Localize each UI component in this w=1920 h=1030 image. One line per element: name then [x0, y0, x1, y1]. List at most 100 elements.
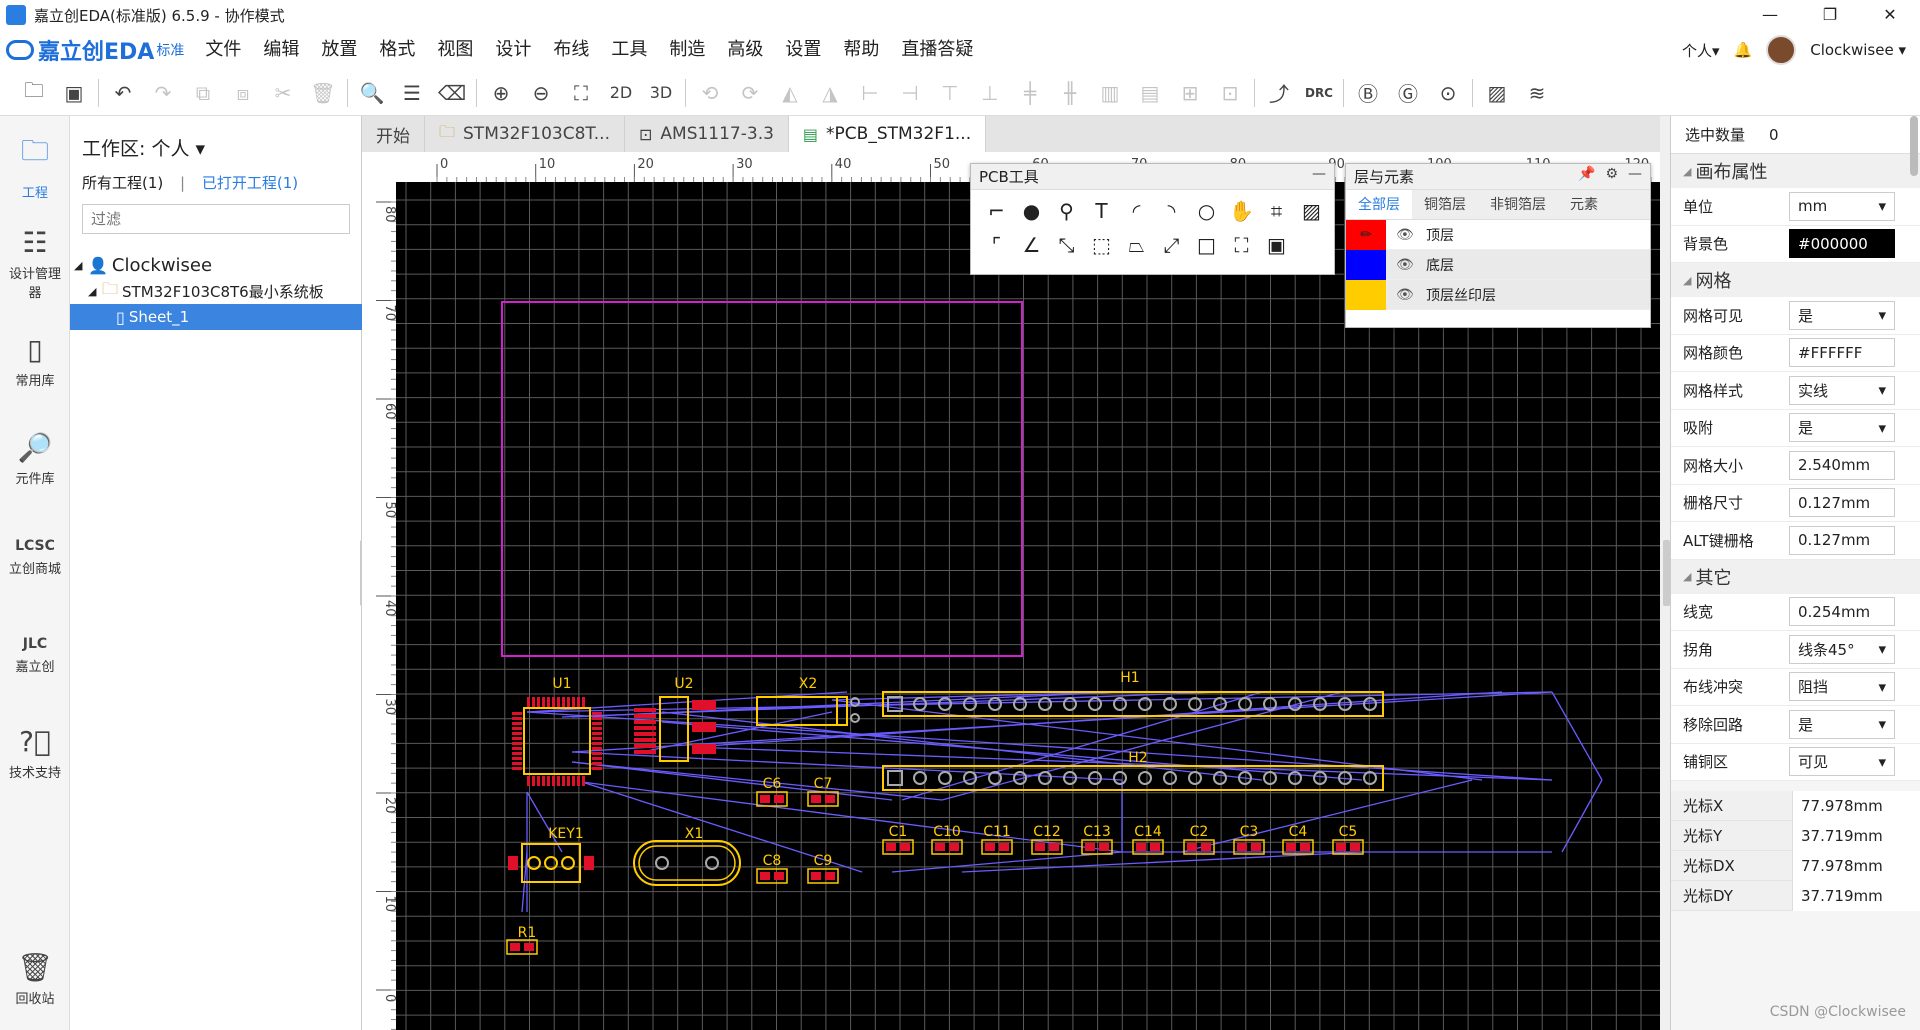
section-other[interactable]: ◢ 其它 — [1671, 559, 1920, 594]
layer-row-bottom[interactable]: 👁 底层 — [1346, 249, 1650, 280]
eye-icon[interactable]: 👁 — [1396, 287, 1418, 303]
menu-place[interactable]: 放置 — [310, 30, 368, 70]
cut-icon[interactable]: ✂ — [263, 73, 303, 113]
align-top-icon[interactable]: ⊤ — [930, 73, 970, 113]
alt-grid-input[interactable]: 0.127mm — [1789, 525, 1895, 555]
grid-visible-select[interactable]: 是 ▾ — [1789, 300, 1895, 330]
redo-icon[interactable]: ↷ — [143, 73, 183, 113]
circle-tool-icon[interactable]: ○ — [1189, 196, 1224, 226]
tree-project[interactable]: ◢ 🗀 STM32F103C8T6最小系统板 — [70, 278, 362, 304]
section-canvas[interactable]: ◢ 画布属性 — [1671, 154, 1920, 188]
grid-style-select[interactable]: 实线 ▾ — [1789, 375, 1895, 405]
opened-projects-link[interactable]: 已打开工程(1) — [202, 174, 298, 192]
arc2-tool-icon[interactable]: ◝ — [1154, 196, 1189, 226]
corner-select[interactable]: 线条45° ▾ — [1789, 634, 1895, 664]
route-icon[interactable]: ⤴ — [1259, 73, 1299, 113]
group-icon[interactable]: ⊡ — [1210, 73, 1250, 113]
select-tool-icon[interactable]: ⛶ — [1224, 230, 1259, 260]
avatar[interactable] — [1766, 35, 1797, 65]
layer-row-top[interactable]: ✏ 👁 顶层 — [1346, 219, 1650, 250]
menu-view[interactable]: 视图 — [426, 30, 484, 70]
drc-button[interactable]: DRC — [1299, 73, 1339, 113]
menu-format[interactable]: 格式 — [368, 30, 426, 70]
menu-file[interactable]: 文件 — [194, 30, 252, 70]
open-folder-icon[interactable]: 🗀 — [14, 73, 54, 113]
image-icon[interactable]: ▨ — [1477, 73, 1517, 113]
menu-design[interactable]: 设计 — [484, 30, 542, 70]
text-tool-icon[interactable]: T — [1084, 196, 1119, 226]
solid-region-icon[interactable]: ⌗ — [1259, 196, 1294, 226]
workspace-dropdown[interactable]: 工作区: 个人 ▾ — [82, 134, 205, 161]
connect-tool-icon[interactable]: ⤢ — [1154, 230, 1189, 260]
eraser-icon[interactable]: ⌫ — [432, 73, 472, 113]
nav-recycle-bin[interactable]: 🗑 回收站 — [0, 930, 70, 1028]
fit-view-icon[interactable]: ⛶ — [561, 73, 601, 113]
tree-sheet[interactable]: ▯ Sheet_1 — [70, 304, 362, 330]
all-projects-link[interactable]: 所有工程(1) — [82, 174, 163, 192]
properties-scrollbar[interactable] — [1910, 116, 1918, 176]
eye-icon[interactable]: 👁 — [1396, 227, 1418, 243]
menu-help[interactable]: 帮助 — [832, 30, 890, 70]
nav-common-library[interactable]: ▯ 常用库 — [0, 312, 70, 410]
menu-edit[interactable]: 编辑 — [252, 30, 310, 70]
layers-minimize[interactable]: — — [1628, 166, 1642, 182]
angle-tool-icon[interactable]: ∠ — [1014, 230, 1049, 260]
dimension-tool-icon[interactable]: ⤡ — [1049, 230, 1084, 260]
distribute-v-icon[interactable]: ▤ — [1130, 73, 1170, 113]
zoom-in-icon[interactable]: ⊕ — [481, 73, 521, 113]
align-grid-icon[interactable]: ⊞ — [1170, 73, 1210, 113]
conflict-select[interactable]: 阻挡 ▾ — [1789, 672, 1895, 702]
grid-color-input[interactable]: #FFFFFF — [1789, 338, 1895, 368]
tab-symbol[interactable]: ⊡ AMS1117-3.3 — [625, 116, 789, 152]
fence-size-input[interactable]: 0.127mm — [1789, 488, 1895, 518]
polygon-tool-icon[interactable]: ⏢ — [1119, 230, 1154, 260]
nav-design-manager[interactable]: ☷ 设计管理器 — [0, 214, 70, 312]
nav-component-library[interactable]: 🔎 元件库 — [0, 410, 70, 508]
align-center-v-icon[interactable]: ╫ — [1050, 73, 1090, 113]
align-center-h-icon[interactable]: ╪ — [1010, 73, 1050, 113]
layers-icon[interactable]: ≋ — [1517, 73, 1557, 113]
via-tool-icon[interactable]: ⚲ — [1049, 196, 1084, 226]
eye-icon[interactable]: 👁 — [1396, 257, 1418, 273]
bg-color-input[interactable]: #000000 — [1789, 229, 1895, 259]
tab-schematic[interactable]: 🗀 STM32F103C8T... — [425, 116, 625, 152]
layer-color-swatch[interactable] — [1346, 279, 1386, 310]
tree-user[interactable]: ◢ 👤 Clockwisee — [70, 252, 362, 278]
collapse-right-handle[interactable] — [1663, 540, 1670, 606]
search-icon[interactable]: 🔍 — [352, 73, 392, 113]
menu-settings[interactable]: 设置 — [774, 30, 832, 70]
image-tool-icon[interactable]: ▨ — [1294, 196, 1329, 226]
layer-tab-elements[interactable]: 元素 — [1558, 190, 1610, 219]
zoom-out-icon[interactable]: ⊖ — [521, 73, 561, 113]
tab-pcb[interactable]: ▤ *PCB_STM32F1... — [788, 116, 987, 152]
view-3d-button[interactable]: 3D — [641, 73, 681, 113]
track-tool-icon[interactable]: ⌐ — [979, 196, 1014, 226]
layer-color-swatch[interactable]: ✏ — [1346, 219, 1386, 250]
find-list-icon[interactable]: ☰ — [392, 73, 432, 113]
corner-tool-icon[interactable]: ⌜ — [979, 230, 1014, 260]
nav-jlc[interactable]: JLC 嘉立创 — [0, 606, 70, 704]
menu-route[interactable]: 布线 — [542, 30, 600, 70]
maximize-button[interactable]: ❐ — [1800, 0, 1860, 30]
delete-icon[interactable]: 🗑 — [303, 73, 343, 113]
close-button[interactable]: ✕ — [1860, 0, 1920, 30]
layer-row-top-silk[interactable]: 👁 顶层丝印层 — [1346, 279, 1650, 310]
track-width-input[interactable]: 0.254mm — [1789, 597, 1895, 627]
distribute-h-icon[interactable]: ▥ — [1090, 73, 1130, 113]
layer-color-swatch[interactable] — [1346, 249, 1386, 280]
section-grid[interactable]: ◢ 网格 — [1671, 263, 1920, 297]
copper-pour-select[interactable]: 可见 ▾ — [1789, 747, 1895, 777]
align-bottom-icon[interactable]: ⊥ — [970, 73, 1010, 113]
hand-tool-icon[interactable]: ✋ — [1224, 196, 1259, 226]
menu-live[interactable]: 直播答疑 — [890, 30, 984, 70]
settings-gear-icon[interactable]: ⚙ — [1605, 166, 1618, 182]
align-left-icon[interactable]: ⊢ — [850, 73, 890, 113]
nav-lcsc-mall[interactable]: LCSC 立创商城 — [0, 508, 70, 606]
fabrication-icon[interactable]: ⊙ — [1428, 73, 1468, 113]
snap-select[interactable]: 是 ▾ — [1789, 413, 1895, 443]
menu-fabrication[interactable]: 制造 — [658, 30, 716, 70]
user-name-dropdown[interactable]: Clockwisee ▾ — [1810, 41, 1906, 59]
align-right-icon[interactable]: ⊣ — [890, 73, 930, 113]
bell-icon[interactable]: 🔔 — [1734, 41, 1753, 59]
grid-size-input[interactable]: 2.540mm — [1789, 450, 1895, 480]
